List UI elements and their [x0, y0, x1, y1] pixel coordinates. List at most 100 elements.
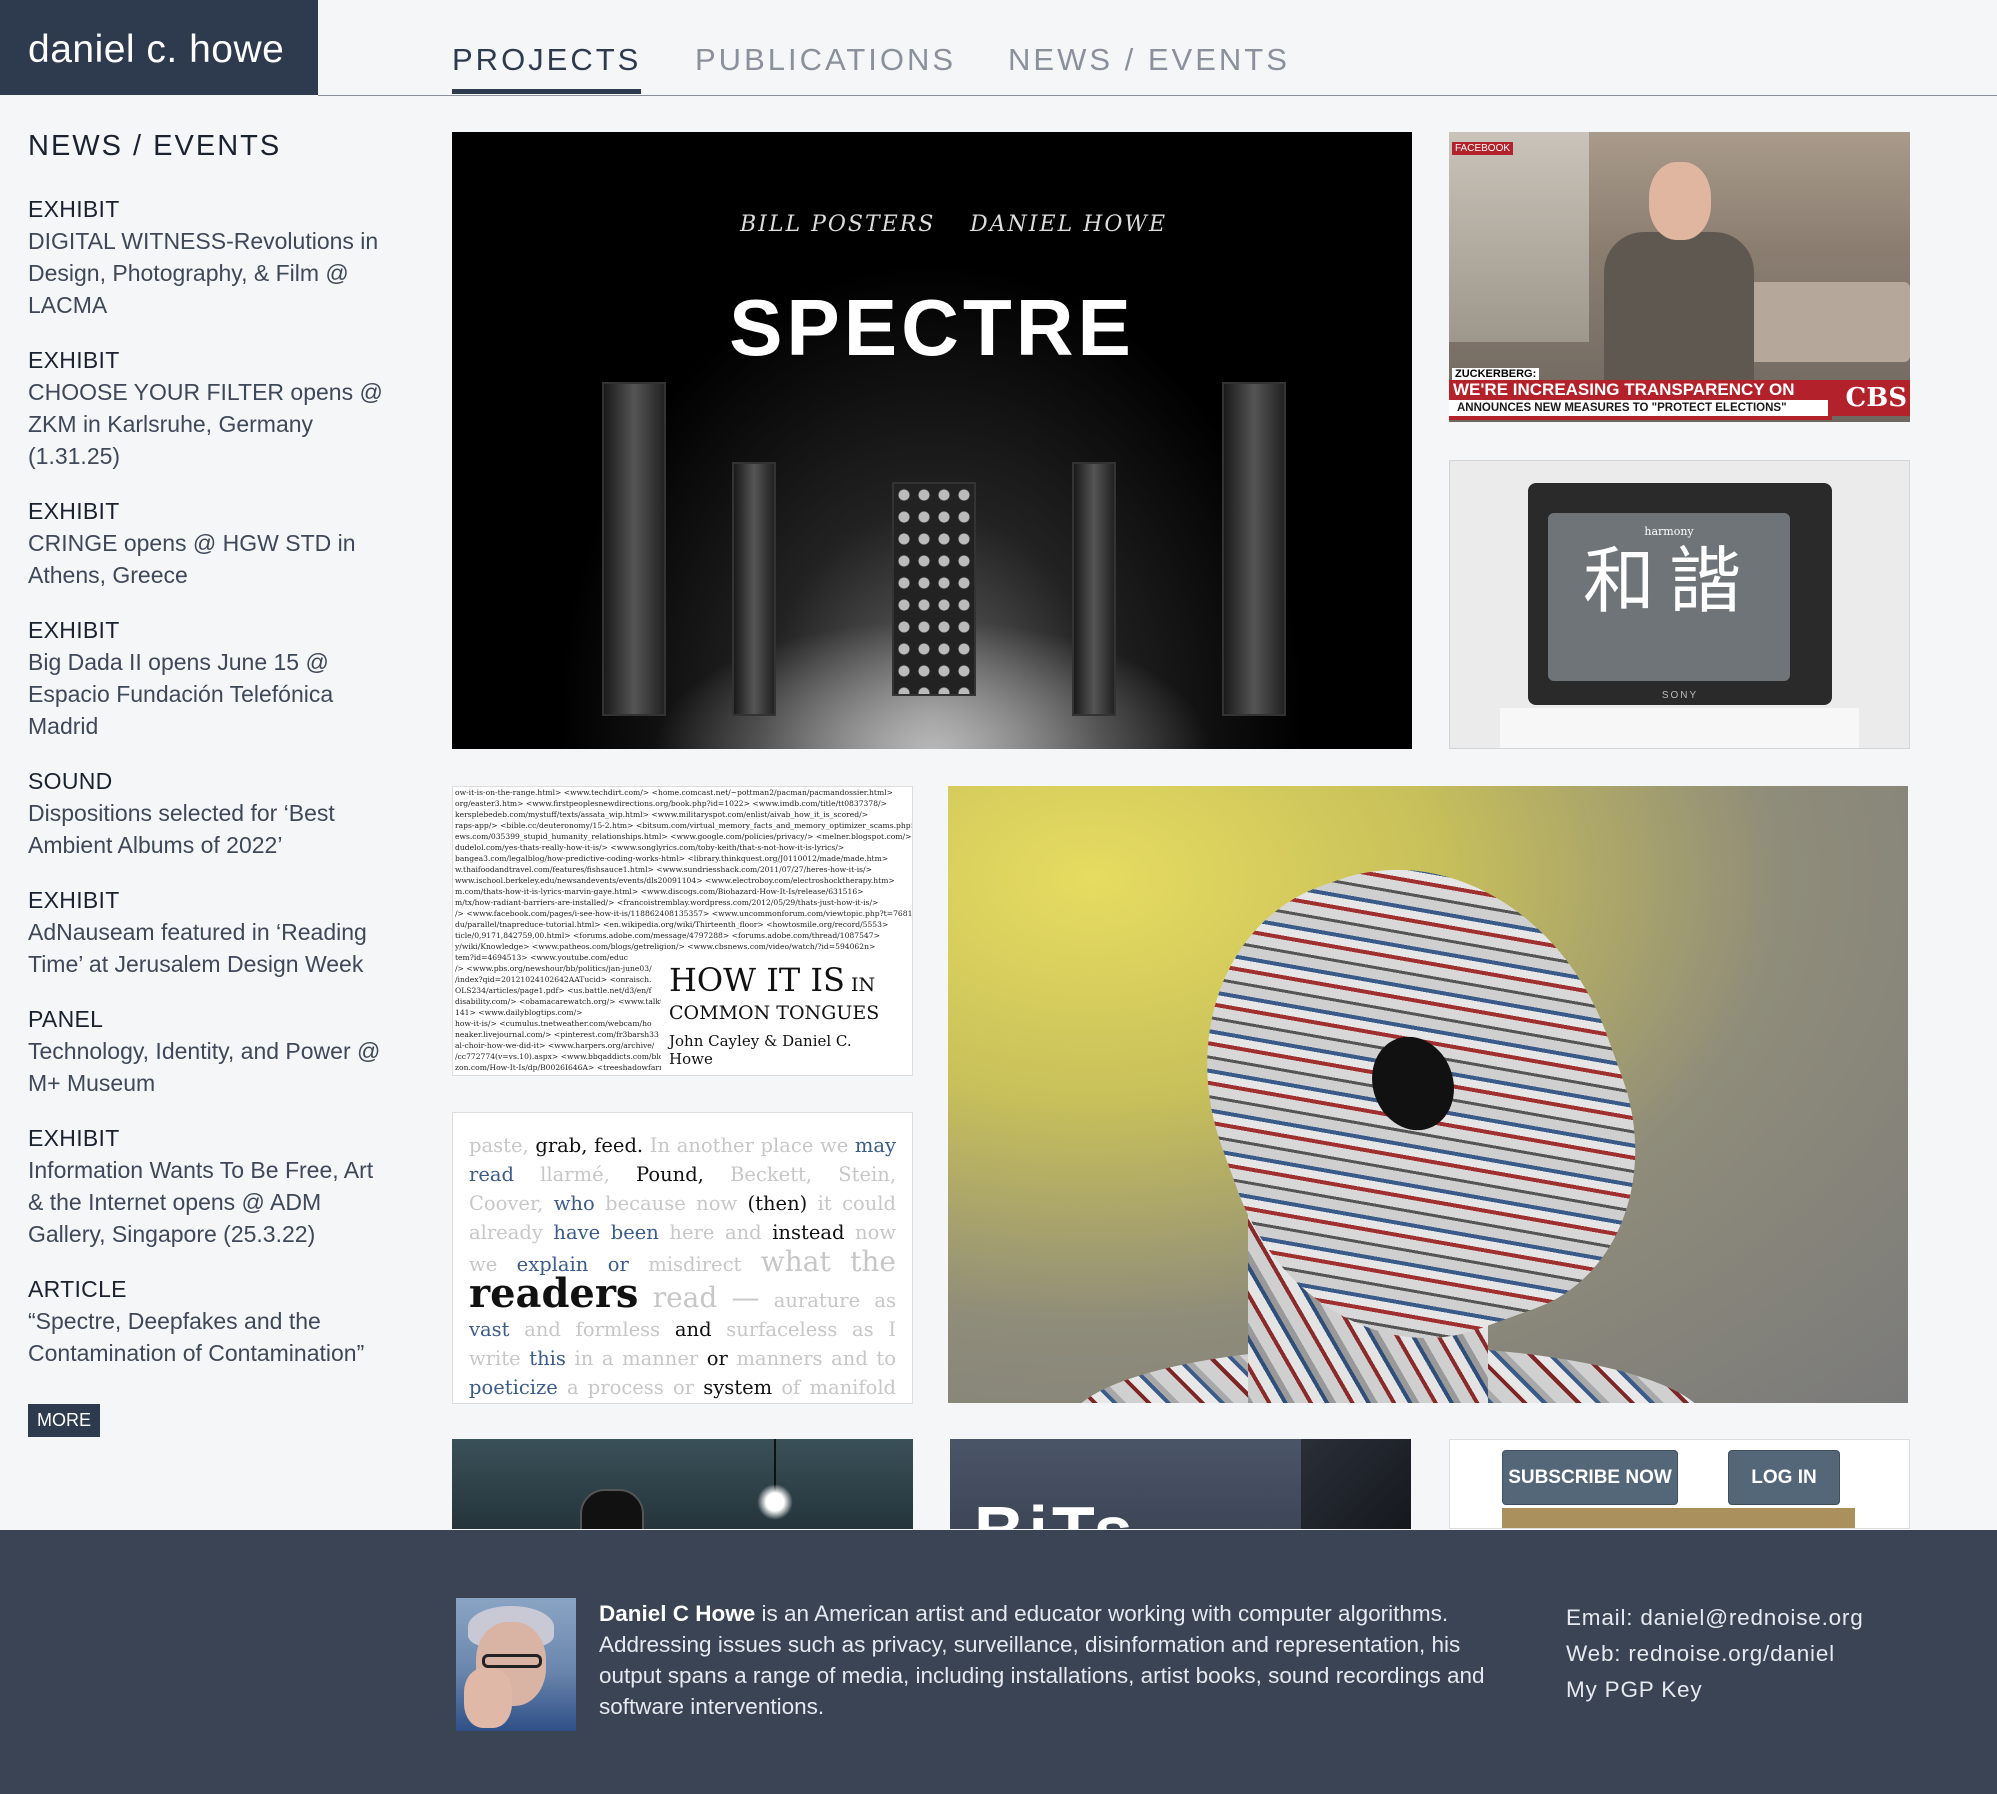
- reader-word: another: [676, 1134, 754, 1157]
- news-item[interactable]: EXHIBIT Big Dada II opens June 15 @ Espac…: [28, 614, 388, 742]
- url-line: /> <www.facebook.com/pages/i-see-how-it-…: [455, 909, 913, 918]
- site-logo[interactable]: daniel c. howe: [0, 0, 318, 95]
- project-tile-lightbulb[interactable]: [452, 1439, 913, 1529]
- bio-name: Daniel C Howe: [599, 1601, 756, 1626]
- project-tile-bits[interactable]: BiTs: [950, 1439, 1411, 1529]
- reader-word: it: [817, 1192, 832, 1215]
- news-item-type: SOUND: [28, 768, 113, 794]
- reader-word: formless: [575, 1318, 661, 1341]
- project-tile-spectre[interactable]: BILL POSTERS DANIEL HOWE SPECTRE: [452, 132, 1412, 749]
- bits-dark-corner: [1301, 1439, 1411, 1529]
- news-item-type: EXHIBIT: [28, 1125, 120, 1151]
- book-title-main: HOW IT IS: [669, 961, 845, 999]
- reader-word: place: [760, 1134, 814, 1157]
- login-button[interactable]: LOG IN: [1728, 1450, 1840, 1505]
- reader-word: we: [820, 1134, 849, 1157]
- news-item[interactable]: EXHIBIT CHOOSE YOUR FILTER opens @ ZKM in…: [28, 344, 388, 472]
- contact-pgp-key[interactable]: My PGP Key: [1566, 1672, 1864, 1708]
- spectre-author-2: DANIEL HOWE: [970, 212, 1168, 237]
- news-tag: FACEBOOK: [1452, 142, 1514, 155]
- reader-word: manners: [736, 1347, 823, 1370]
- reader-word: already: [469, 1221, 543, 1244]
- reader-word: have: [553, 1221, 601, 1244]
- contact-email[interactable]: Email: daniel@rednoise.org: [1566, 1600, 1864, 1636]
- reader-word: aurature: [773, 1289, 861, 1312]
- reader-word: manifold: [809, 1376, 897, 1399]
- reader-word: of: [781, 1376, 801, 1399]
- tv-shelf: [1500, 708, 1859, 748]
- figure-silhouette: [580, 1489, 644, 1529]
- speaker-figure: [1604, 162, 1754, 402]
- tab-news-events[interactable]: NEWS / EVENTS: [1008, 42, 1290, 78]
- reader-word: misdirect: [648, 1253, 742, 1276]
- door-left-2: [732, 462, 776, 716]
- tab-publications[interactable]: PUBLICATIONS: [695, 42, 956, 78]
- tab-projects[interactable]: PROJECTS: [452, 42, 642, 94]
- lower-third-subline: ANNOUNCES NEW MEASURES TO "PROTECT ELECT…: [1449, 400, 1840, 416]
- news-item-text[interactable]: AdNauseam featured in ‘Reading Time’ at …: [28, 916, 388, 980]
- contact-web[interactable]: Web: rednoise.org/daniel: [1566, 1636, 1864, 1672]
- sidebar-heading: NEWS / EVENTS: [28, 130, 282, 162]
- reader-word: In: [649, 1134, 671, 1157]
- news-item[interactable]: PANEL Technology, Identity, and Power @ M…: [28, 1003, 388, 1099]
- reader-word: Beckett,: [730, 1163, 813, 1186]
- tv-brand: SONY: [1661, 690, 1699, 701]
- reader-word: Coover,: [469, 1192, 544, 1215]
- news-item-text[interactable]: Information Wants To Be Free, Art & the …: [28, 1154, 388, 1250]
- news-item-type: EXHIBIT: [28, 498, 120, 524]
- lower-third-name: ZUCKERBERG:: [1452, 368, 1540, 380]
- tv-set: harmony 和諧 SONY: [1528, 483, 1832, 705]
- news-list: EXHIBIT DIGITAL WITNESS-Revolutions in De…: [28, 193, 388, 1369]
- reader-word: feed.: [594, 1134, 644, 1157]
- url-line: w.thaifoodandtravel.com/features/fishsau…: [455, 865, 872, 874]
- news-item-text[interactable]: Big Dada II opens June 15 @ Espacio Fund…: [28, 646, 388, 742]
- news-item[interactable]: EXHIBIT AdNauseam featured in ‘Reading Ti…: [28, 884, 388, 980]
- news-item-text[interactable]: Dispositions selected for ‘Best Ambient …: [28, 797, 388, 861]
- book-title: HOW IT IS IN: [669, 963, 880, 1002]
- reader-word: because: [605, 1192, 686, 1215]
- spectre-title: SPECTRE: [729, 283, 1135, 372]
- reader-word: Stein,: [838, 1163, 897, 1186]
- url-line: ews.com/035399_stupid_humanity_relations…: [455, 832, 912, 841]
- news-item[interactable]: SOUND Dispositions selected for ‘Best Amb…: [28, 765, 388, 861]
- reader-word: and: [831, 1347, 868, 1370]
- more-button[interactable]: MORE: [28, 1404, 100, 1437]
- project-tile-harmony[interactable]: harmony 和諧 SONY: [1449, 460, 1910, 749]
- url-line: www.ischool.berkeley.edu/newsandevents/e…: [455, 876, 895, 885]
- reader-word: read: [469, 1163, 514, 1186]
- lower-third: ZUCKERBERG: WE'RE INCREASING TRANSPARENC…: [1449, 368, 1910, 420]
- subscribe-banner-strip: [1502, 1508, 1855, 1528]
- project-tile-zuckerberg[interactable]: FACEBOOK ZUCKERBERG: WE'RE INCREASING TR…: [1449, 132, 1910, 422]
- reader-word: could: [842, 1192, 897, 1215]
- project-tile-readers[interactable]: paste, grab, feed. In another place we m…: [452, 1112, 913, 1404]
- reader-word: vast: [469, 1318, 510, 1341]
- url-line: org/easter3.htm> <www.firstpeoplesnewdir…: [455, 799, 887, 808]
- news-item-type: EXHIBIT: [28, 347, 120, 373]
- news-item-text[interactable]: DIGITAL WITNESS-Revolutions in Design, P…: [28, 225, 388, 321]
- url-line: ticle/0,9171,842759,00.html> <forums.ado…: [455, 931, 880, 940]
- news-item[interactable]: EXHIBIT CRINGE opens @ HGW STD in Athens,…: [28, 495, 388, 591]
- reader-word: system: [703, 1376, 773, 1399]
- reader-word: and: [674, 1318, 712, 1341]
- news-item[interactable]: EXHIBIT DIGITAL WITNESS-Revolutions in De…: [28, 193, 388, 321]
- url-line: m.com/thats-how-it-is-lyrics-marvin-gaye…: [455, 887, 864, 896]
- news-item-text[interactable]: CHOOSE YOUR FILTER opens @ ZKM in Karlsr…: [28, 376, 388, 472]
- subscribe-button[interactable]: SUBSCRIBE NOW: [1502, 1450, 1678, 1505]
- reader-word: surfaceless: [726, 1318, 838, 1341]
- news-sidebar: NEWS / EVENTS EXHIBIT DIGITAL WITNESS-Rev…: [28, 130, 388, 1437]
- news-item-text[interactable]: CRINGE opens @ HGW STD in Athens, Greece: [28, 527, 388, 591]
- avatar-glasses: [482, 1654, 542, 1668]
- project-tile-paper-head[interactable]: [948, 786, 1908, 1403]
- url-line: bangea3.com/legalblog/how-predictive-cod…: [455, 854, 889, 863]
- bits-title: BiTs: [974, 1491, 1137, 1529]
- news-item[interactable]: EXHIBIT Information Wants To Be Free, Art…: [28, 1122, 388, 1250]
- reader-word: here: [669, 1221, 715, 1244]
- news-item-text[interactable]: “Spectre, Deepfakes and the Contaminatio…: [28, 1305, 388, 1369]
- door-right: [1222, 382, 1286, 716]
- project-tile-how-it-is[interactable]: ow-it-is-on-the-range.html> <www.techdir…: [452, 786, 913, 1076]
- news-item[interactable]: ARTICLE “Spectre, Deepfakes and the Conta…: [28, 1273, 388, 1369]
- background-wall: [1449, 132, 1589, 342]
- reader-word: read: [652, 1281, 718, 1314]
- reader-word: llarmé,: [540, 1163, 610, 1186]
- news-item-text[interactable]: Technology, Identity, and Power @ M+ Mus…: [28, 1035, 388, 1099]
